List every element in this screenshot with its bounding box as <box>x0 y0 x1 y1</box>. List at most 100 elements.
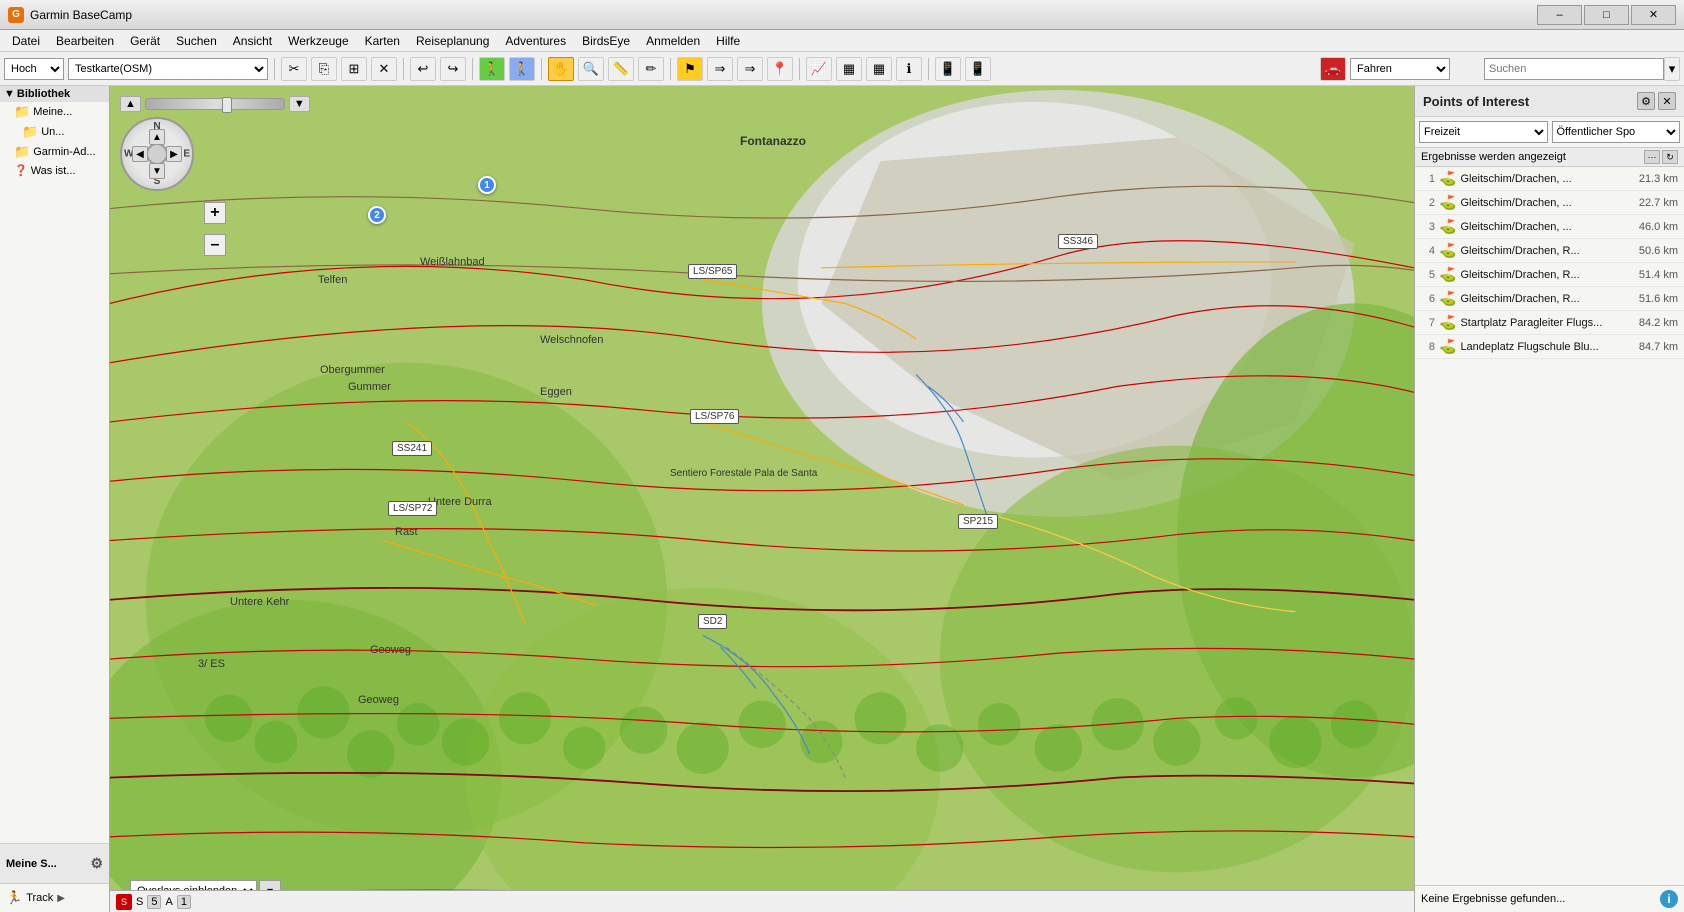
compass-left-btn[interactable]: ◀ <box>132 146 148 162</box>
menu-item-karten[interactable]: Karten <box>357 32 408 50</box>
track-blue-button[interactable]: 🚶 <box>509 57 535 81</box>
zoom-dropdown[interactable]: Hoch <box>4 58 64 80</box>
poi-filter2-select[interactable]: Öffentlicher Spo <box>1552 121 1681 143</box>
maximize-button[interactable]: □ <box>1584 5 1629 25</box>
poi-row[interactable]: 2 ⛳ Gleitschim/Drachen, ... 22.7 km <box>1415 191 1684 215</box>
poi-row-dist: 46.0 km <box>1633 221 1678 233</box>
menu-item-ger-t[interactable]: Gerät <box>122 32 168 50</box>
menu-item-ansicht[interactable]: Ansicht <box>225 32 280 50</box>
undo-button[interactable]: ↩ <box>410 57 436 81</box>
menu-item-reiseplanung[interactable]: Reiseplanung <box>408 32 497 50</box>
poi-row-dist: 84.2 km <box>1633 317 1678 329</box>
divider6 <box>799 58 800 80</box>
track-green-button[interactable]: 🚶 <box>479 57 505 81</box>
poi-row-name: Gleitschim/Drachen, R... <box>1460 293 1629 305</box>
minimize-button[interactable]: – <box>1537 5 1582 25</box>
sidebar-item-garmin-ad---[interactable]: 📁Garmin-Ad... <box>0 142 109 162</box>
zoom-in-btn[interactable]: ▼ <box>289 96 310 112</box>
waypoint-1[interactable]: 1 <box>478 176 496 194</box>
track-item[interactable]: 🏃 Track ▶ <box>4 888 105 908</box>
poi-footer-text: Keine Ergebnisse gefunden... <box>1421 893 1565 905</box>
zoom-out-btn[interactable]: ▲ <box>120 96 141 112</box>
transport-dropdown[interactable]: Fahren <box>1350 58 1450 80</box>
zoom-track[interactable] <box>145 98 285 110</box>
zoom-controls: ▲ ▼ N S W E ▲ ▼ <box>120 96 310 256</box>
map-container[interactable]: ▲ ▼ N S W E ▲ ▼ <box>110 86 1414 912</box>
waypoint-button[interactable]: 📍 <box>767 57 793 81</box>
select-button1[interactable]: ▦ <box>836 57 862 81</box>
profile-button[interactable]: 📈 <box>806 57 832 81</box>
compass-center-btn[interactable] <box>146 143 168 165</box>
meine-sachen-label: Meine S... <box>6 858 86 870</box>
menu-item-adventures[interactable]: Adventures <box>497 32 574 50</box>
redo-button[interactable]: ↪ <box>440 57 466 81</box>
close-button[interactable]: ✕ <box>1631 5 1676 25</box>
sidebar-item-un---[interactable]: 📁Un... <box>0 122 109 142</box>
search-input[interactable] <box>1484 58 1664 80</box>
device-button1[interactable]: 📱 <box>935 57 961 81</box>
sidebar-item-meine---[interactable]: 📁Meine... <box>0 102 109 122</box>
poi-row[interactable]: 5 ⛳ Gleitschim/Drachen, R... 51.4 km <box>1415 263 1684 287</box>
poi-row-dist: 84.7 km <box>1633 341 1678 353</box>
poi-refresh-btn[interactable]: ↻ <box>1662 150 1678 164</box>
compass-down-btn[interactable]: ▼ <box>149 163 165 179</box>
poi-filter1-select[interactable]: Freizeit <box>1419 121 1548 143</box>
search-dropdown-btn[interactable]: ▾ <box>1664 57 1680 81</box>
poi-row[interactable]: 6 ⛳ Gleitschim/Drachen, R... 51.6 km <box>1415 287 1684 311</box>
poi-more-btn[interactable]: ··· <box>1644 150 1660 164</box>
map-canvas[interactable]: ▲ ▼ N S W E ▲ ▼ <box>110 86 1414 912</box>
map-dropdown[interactable]: Testkarte(OSM) <box>68 58 268 80</box>
route-button2[interactable]: ⇒ <box>737 57 763 81</box>
route-button1[interactable]: ⇒ <box>707 57 733 81</box>
menu-item-anmelden[interactable]: Anmelden <box>638 32 708 50</box>
select-button2[interactable]: ▦ <box>866 57 892 81</box>
pan-button[interactable]: ✋ <box>548 57 574 81</box>
zoom-slider-area[interactable]: ▲ ▼ <box>120 96 310 112</box>
divider1 <box>274 58 275 80</box>
library-panel: ▼ Bibliothek 📁Meine...📁Un...📁Garmin-Ad..… <box>0 86 109 844</box>
poi-info-btn[interactable]: i <box>1660 890 1678 908</box>
poi-settings-btn[interactable]: ⚙ <box>1637 92 1655 110</box>
map-zoom-in-btn[interactable]: + <box>204 202 226 224</box>
folder-icon: 📁 <box>14 104 30 120</box>
draw-button[interactable]: ✏ <box>638 57 664 81</box>
waypoint-2[interactable]: 2 <box>368 206 386 224</box>
poi-row-icon: ⛳ <box>1439 194 1456 211</box>
zoom-tool-button[interactable]: 🔍 <box>578 57 604 81</box>
poi-title: Points of Interest <box>1423 94 1529 109</box>
menu-item-bearbeiten[interactable]: Bearbeiten <box>48 32 122 50</box>
poi-row[interactable]: 7 ⛳ Startplatz Paragleiter Flugs... 84.2… <box>1415 311 1684 335</box>
compass-up-btn[interactable]: ▲ <box>149 129 165 145</box>
poi-row-num: 8 <box>1421 341 1435 353</box>
poi-row[interactable]: 1 ⛳ Gleitschim/Drachen, ... 21.3 km <box>1415 167 1684 191</box>
menu-item-werkzeuge[interactable]: Werkzeuge <box>280 32 356 50</box>
copy-button[interactable]: ⎘ <box>311 57 337 81</box>
menu-item-hilfe[interactable]: Hilfe <box>708 32 748 50</box>
menu-item-datei[interactable]: Datei <box>4 32 48 50</box>
map-zoom-out-btn[interactable]: – <box>204 234 226 256</box>
library-header[interactable]: ▼ Bibliothek <box>0 86 109 102</box>
poi-row-icon: ⛳ <box>1439 218 1456 235</box>
measure-button[interactable]: 📏 <box>608 57 634 81</box>
menu-item-suchen[interactable]: Suchen <box>168 32 225 50</box>
poi-header-buttons: ⚙ ✕ <box>1637 92 1676 110</box>
compass-right-btn[interactable]: ▶ <box>166 146 182 162</box>
delete-button[interactable]: ✕ <box>371 57 397 81</box>
poi-row[interactable]: 4 ⛳ Gleitschim/Drachen, R... 50.6 km <box>1415 239 1684 263</box>
sidebar-item-label: Garmin-Ad... <box>33 146 95 158</box>
poi-row-name: Gleitschim/Drachen, ... <box>1460 197 1629 209</box>
meine-sachen-gear-icon[interactable]: ⚙ <box>90 855 103 872</box>
info-button[interactable]: ℹ <box>896 57 922 81</box>
poi-row-name: Landeplatz Flugschule Blu... <box>1460 341 1629 353</box>
poi-row[interactable]: 3 ⛳ Gleitschim/Drachen, ... 46.0 km <box>1415 215 1684 239</box>
paste-button[interactable]: ⊞ <box>341 57 367 81</box>
cut-button[interactable]: ✂ <box>281 57 307 81</box>
sidebar-item-was-ist---[interactable]: ❓Was ist... <box>0 162 109 179</box>
poi-close-btn[interactable]: ✕ <box>1658 92 1676 110</box>
zoom-thumb[interactable] <box>222 97 232 113</box>
map-zoom-btns: + – <box>120 202 310 256</box>
poi-row[interactable]: 8 ⛳ Landeplatz Flugschule Blu... 84.7 km <box>1415 335 1684 359</box>
flag-button[interactable]: ⚑ <box>677 57 703 81</box>
menu-item-birdseye[interactable]: BirdsEye <box>574 32 638 50</box>
device-button2[interactable]: 📱 <box>965 57 991 81</box>
